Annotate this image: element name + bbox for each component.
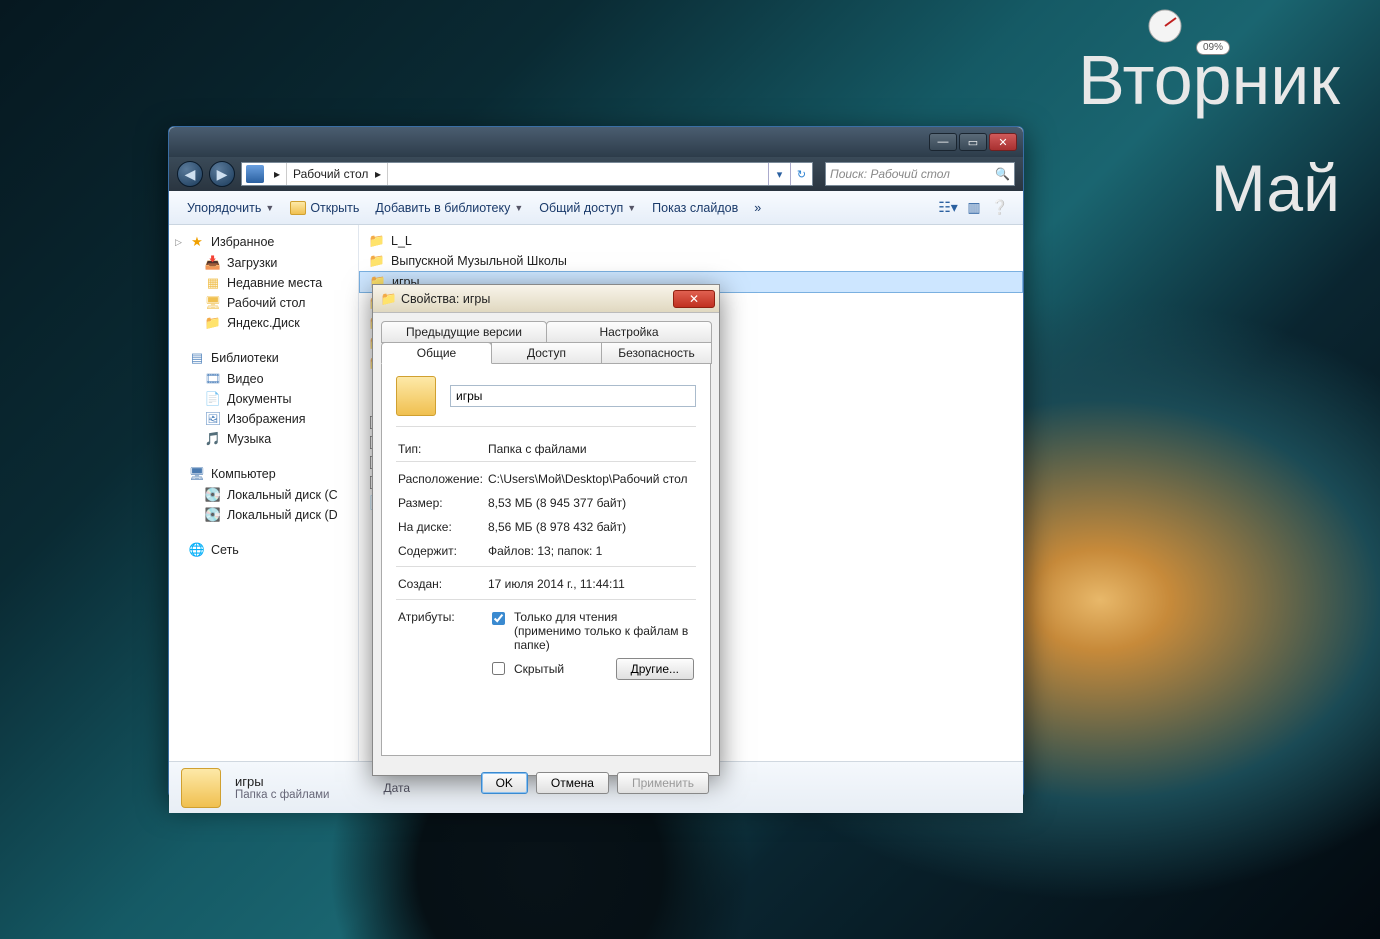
library-item-icon: 🖼: [205, 411, 221, 427]
tree-network[interactable]: 🌐Сеть: [169, 539, 358, 561]
cancel-button[interactable]: Отмена: [536, 772, 609, 794]
explorer-toolbar: Упорядочить▼ Открыть Добавить в библиоте…: [169, 191, 1023, 225]
search-icon: 🔍: [995, 167, 1010, 181]
tree-item[interactable]: 🎵Музыка: [169, 429, 358, 449]
view-options-button[interactable]: ☷▾: [935, 197, 961, 219]
library-item-icon: 🎵: [205, 431, 221, 447]
tab-general[interactable]: Общие: [381, 342, 492, 364]
details-type: Папка с файлами: [235, 789, 329, 801]
dialog-titlebar[interactable]: 📁 Свойства: игры ✕: [373, 285, 719, 313]
breadcrumb-chevron[interactable]: ▸: [268, 163, 287, 185]
library-item-icon: 📄: [205, 391, 221, 407]
tab-sharing[interactable]: Доступ: [491, 342, 602, 364]
tree-computer[interactable]: 🖥Компьютер: [169, 463, 358, 485]
ok-button[interactable]: OK: [481, 772, 528, 794]
hidden-checkbox[interactable]: [492, 662, 505, 675]
folder-icon: 📁: [381, 291, 397, 307]
explorer-nav-row: ◀ ▶ ▸ Рабочий стол ▸ ▾ ↻ Поиск: Рабочий …: [169, 157, 1023, 191]
computer-icon: [246, 165, 264, 183]
forward-button[interactable]: ▶: [209, 161, 235, 187]
library-item-icon: 🎞: [205, 371, 221, 387]
tree-item[interactable]: 📥Загрузки: [169, 253, 358, 273]
folder-open-icon: [290, 201, 306, 215]
tab-security[interactable]: Безопасность: [601, 342, 712, 364]
tab-customize[interactable]: Настройка: [546, 321, 712, 343]
dialog-close-button[interactable]: ✕: [673, 290, 715, 308]
search-input[interactable]: Поиск: Рабочий стол 🔍: [825, 162, 1015, 186]
tab-previous-versions[interactable]: Предыдущие версии: [381, 321, 547, 343]
toolbar-overflow[interactable]: »: [746, 197, 769, 219]
folder-icon: ▦: [205, 275, 221, 291]
address-bar[interactable]: ▸ Рабочий стол ▸ ▾ ↻: [241, 162, 813, 186]
folder-icon: [181, 768, 221, 808]
file-item[interactable]: 📁Выпускной Музыльной Школы: [359, 251, 1023, 271]
minimize-button[interactable]: —: [929, 133, 957, 151]
share-menu[interactable]: Общий доступ▼: [531, 197, 644, 219]
tree-item[interactable]: 🖥Рабочий стол: [169, 293, 358, 313]
network-icon: 🌐: [189, 542, 205, 558]
folder-name-input[interactable]: [450, 385, 696, 407]
tree-favorites[interactable]: ▷★Избранное: [169, 231, 358, 253]
tab-general-pane: Тип:Папка с файлами Расположение:C:\User…: [381, 364, 711, 756]
help-button[interactable]: ❔: [987, 197, 1013, 219]
tree-item[interactable]: 🖼Изображения: [169, 409, 358, 429]
maximize-button[interactable]: ▭: [959, 133, 987, 151]
folder-icon: 📁: [369, 253, 385, 269]
add-to-library-menu[interactable]: Добавить в библиотеку▼: [367, 197, 531, 219]
tree-item[interactable]: 🎞Видео: [169, 369, 358, 389]
tree-item[interactable]: 📄Документы: [169, 389, 358, 409]
folder-icon: 📁: [369, 233, 385, 249]
library-icon: ▤: [189, 350, 205, 366]
folder-large-icon: [396, 376, 436, 416]
disk-icon: 💽: [205, 507, 221, 523]
computer-icon: 🖥: [189, 466, 205, 482]
file-item[interactable]: 📁L_L: [359, 231, 1023, 251]
desktop-day: Вторник: [1078, 40, 1340, 120]
navigation-tree[interactable]: ▷★Избранное 📥Загрузки▦Недавние места🖥Раб…: [169, 225, 359, 761]
folder-icon: 📥: [205, 255, 221, 271]
close-button[interactable]: ✕: [989, 133, 1017, 151]
preview-pane-button[interactable]: ▥: [961, 197, 987, 219]
explorer-titlebar[interactable]: — ▭ ✕: [169, 127, 1023, 157]
tree-item[interactable]: 💽Локальный диск (D: [169, 505, 358, 525]
details-name: игры: [235, 774, 329, 789]
apply-button[interactable]: Применить: [617, 772, 709, 794]
disk-icon: 💽: [205, 487, 221, 503]
breadcrumb-segment[interactable]: Рабочий стол ▸: [287, 163, 388, 185]
organize-menu[interactable]: Упорядочить▼: [179, 197, 282, 219]
open-button[interactable]: Открыть: [282, 197, 367, 219]
dialog-title: Свойства: игры: [401, 292, 490, 306]
advanced-attributes-button[interactable]: Другие...: [616, 658, 694, 680]
tree-item[interactable]: 💽Локальный диск (C: [169, 485, 358, 505]
refresh-button[interactable]: ↻: [790, 163, 812, 185]
tree-item[interactable]: ▦Недавние места: [169, 273, 358, 293]
properties-dialog: 📁 Свойства: игры ✕ Предыдущие версии Нас…: [372, 284, 720, 776]
address-dropdown[interactable]: ▾: [768, 163, 790, 185]
star-icon: ★: [189, 234, 205, 250]
folder-icon: 📁: [205, 315, 221, 331]
back-button[interactable]: ◀: [177, 161, 203, 187]
folder-icon: 🖥: [205, 295, 221, 311]
tree-libraries[interactable]: ▤Библиотеки: [169, 347, 358, 369]
readonly-checkbox[interactable]: [492, 612, 505, 625]
slideshow-button[interactable]: Показ слайдов: [644, 197, 746, 219]
desktop-month: Май: [1211, 150, 1340, 226]
tree-item[interactable]: 📁Яндекс.Диск: [169, 313, 358, 333]
